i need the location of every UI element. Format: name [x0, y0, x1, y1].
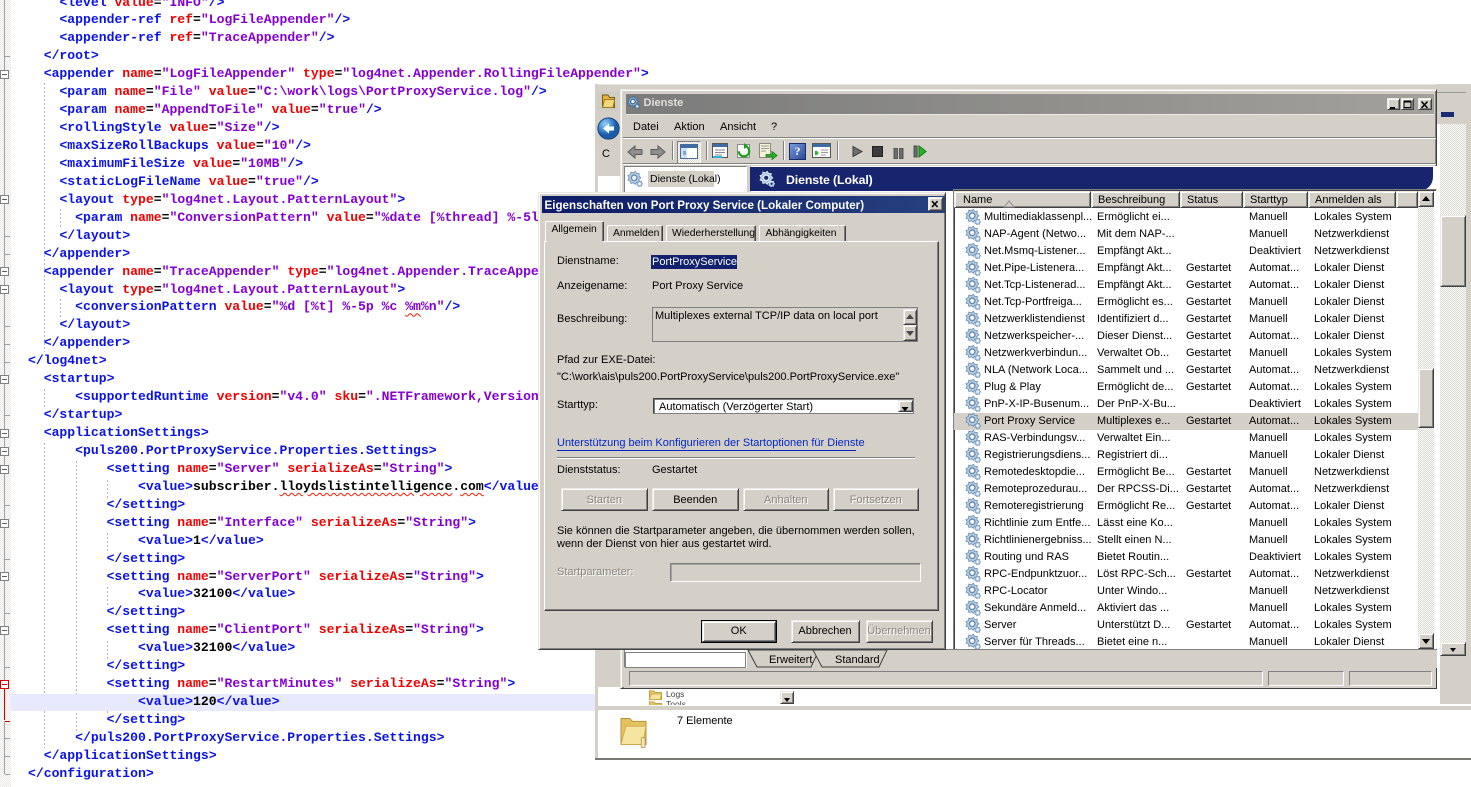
svg-text:Erweitert: Erweitert — [769, 654, 812, 666]
svg-text:Standard: Standard — [835, 654, 880, 666]
